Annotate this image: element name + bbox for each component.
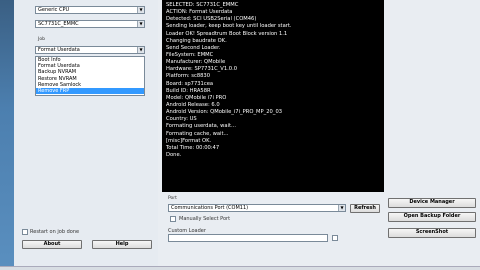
help-button[interactable]: Help [92, 240, 152, 249]
port-value: Communications Port (COM11) [171, 205, 249, 211]
desktop-edge [0, 0, 14, 270]
log-line: Send Second Loader. [166, 44, 221, 51]
model-value: SC7731C_EMMC [38, 21, 79, 27]
chevron-down-icon: ▼ [137, 7, 144, 13]
log-line: SELECTED: SC7731C_EMMC [166, 2, 239, 8]
job-option-selected[interactable]: Remove FRP [36, 87, 144, 95]
log-line: Formating cache, wait... [166, 130, 229, 137]
status-bar [0, 266, 480, 270]
screenshot-button[interactable]: ScreenShot [388, 228, 476, 238]
manual-port-checkbox[interactable] [170, 216, 176, 222]
port-group-label: Port [168, 196, 177, 201]
refresh-button[interactable]: Refresh [350, 204, 380, 213]
job-value: Format Userdata [38, 47, 80, 53]
chevron-down-icon: ▼ [137, 47, 144, 53]
log-line: Platform: sc8830 [166, 73, 211, 80]
manufacturer-value: Generic CPU [38, 7, 70, 13]
log-line: Loader OK! Spreadtrum Boot Block version… [166, 30, 288, 37]
log-line: Changing baudrate OK. [166, 37, 227, 44]
log-line: FileSystem: EMMC [166, 51, 214, 58]
log-line: Android Release: 6.0 [166, 101, 220, 108]
restart-label: Restart on job done [30, 229, 80, 235]
log-line: Formating userdata, wait... [166, 123, 236, 130]
job-select[interactable]: Format Userdata ▼ [35, 46, 145, 54]
log-line: Build ID: HRA58R [166, 87, 211, 94]
log-line: Detected: SCI USB2Serial (COM46) [166, 16, 257, 23]
log-console: SELECTED: SC7731C_EMMC ACTION: Format Us… [162, 0, 384, 192]
restart-checkbox[interactable] [22, 229, 28, 235]
device-manager-button[interactable]: Device Manager [388, 198, 476, 208]
log-line: Total Time: 00:00:47 [166, 144, 220, 151]
log-line: ACTION: Format Userdata [166, 9, 233, 16]
right-panel [384, 0, 480, 192]
log-line: Model: QMobile i7i PRO [166, 94, 227, 101]
log-line: Android Version: QMobile_i7i_PRO_MP_20_0… [166, 109, 283, 116]
log-line: Hardware: SP7731C_V1.0.0 [166, 66, 238, 73]
job-dropdown-list: Boot Info Format Userdata Backup NVRAM R… [35, 56, 145, 96]
open-backup-folder-button[interactable]: Open Backup Folder [388, 212, 476, 222]
left-panel: Generic CPU ▼ SC7731C_EMMC ▼ Job Format … [14, 0, 158, 270]
about-button[interactable]: About [22, 240, 82, 249]
job-label: Job [38, 37, 45, 42]
model-select[interactable]: SC7731C_EMMC ▼ [35, 20, 145, 28]
log-line: Manufacturer: QMobile [166, 59, 226, 66]
chevron-down-icon: ▼ [338, 205, 345, 211]
log-line: Sending loader, keep boot key until load… [166, 23, 292, 30]
log-line: Board: sp7731cea [166, 80, 214, 87]
manual-port-label: Manually Select Port [179, 216, 231, 222]
log-line: Country: US [166, 116, 197, 123]
custom-loader-input[interactable] [168, 234, 328, 242]
port-panel: Port Communications Port (COM11) ▼ Refre… [162, 192, 384, 266]
log-line: Done. [166, 151, 182, 158]
log-line: [misc]Format OK. [166, 137, 212, 144]
custom-loader-checkbox[interactable] [332, 235, 338, 241]
chevron-down-icon: ▼ [137, 21, 144, 27]
port-select[interactable]: Communications Port (COM11) ▼ [168, 204, 346, 212]
manufacturer-select[interactable]: Generic CPU ▼ [35, 6, 145, 14]
